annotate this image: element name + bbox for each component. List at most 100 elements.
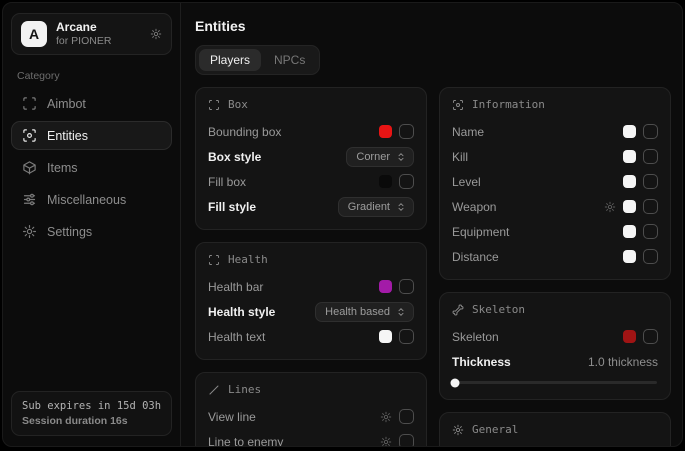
slider-thumb[interactable] [451, 378, 460, 387]
tab-npcs[interactable]: NPCs [263, 49, 316, 71]
subscription-status: Sub expires in 15d 03h Session duration … [11, 391, 172, 436]
setting-label: Box style [208, 150, 261, 164]
gear-icon[interactable] [380, 411, 392, 423]
skeleton-card: Skeleton Skeleton Thickness 1.0 thicknes… [439, 292, 671, 400]
skeleton-checkbox[interactable] [643, 329, 658, 344]
setting-row-line-to-enemy: Line to enemy [208, 430, 414, 447]
setting-row-view-line: View line [208, 405, 414, 428]
setting-row-kill: Kill [452, 145, 658, 168]
color-swatch[interactable] [623, 330, 636, 343]
equipment-checkbox[interactable] [643, 224, 658, 239]
sidebar-item-label: Entities [47, 129, 88, 143]
color-swatch[interactable] [623, 125, 636, 138]
color-swatch[interactable] [623, 250, 636, 263]
setting-label: Fill style [208, 200, 256, 214]
setting-label: Name [452, 125, 484, 139]
category-label: Category [17, 70, 166, 82]
tab-players[interactable]: Players [199, 49, 261, 71]
bounding-box-checkbox[interactable] [399, 124, 414, 139]
color-swatch[interactable] [623, 200, 636, 213]
health-style-select[interactable]: Health based [315, 302, 414, 322]
setting-row-thickness: Thickness 1.0 thickness [452, 350, 658, 373]
setting-label: Distance [452, 250, 499, 264]
health-bar-checkbox[interactable] [399, 279, 414, 294]
box-style-select[interactable]: Corner [346, 147, 414, 167]
distance-checkbox[interactable] [643, 249, 658, 264]
sidebar-item-label: Items [47, 161, 78, 175]
setting-row-equipment: Equipment [452, 220, 658, 243]
gear-icon[interactable] [150, 28, 162, 40]
setting-row-box-style: Box style Corner [208, 145, 414, 168]
setting-row-health-text: Health text [208, 325, 414, 348]
app-logo: A [21, 21, 47, 47]
setting-label: View line [208, 410, 256, 424]
sun-gear-icon [452, 424, 464, 436]
sidebar-item-aimbot[interactable]: Aimbot [11, 89, 172, 118]
lines-card: Lines View line Line to enemy [195, 372, 427, 447]
card-title: Skeleton [472, 303, 525, 316]
setting-label: Level [452, 175, 481, 189]
chevrons-up-down-icon [396, 202, 406, 212]
app-window: A Arcane for PIONER Category Aimbot [2, 2, 683, 447]
color-swatch[interactable] [623, 150, 636, 163]
card-title: Lines [228, 383, 261, 396]
sidebar: A Arcane for PIONER Category Aimbot [3, 3, 181, 446]
health-text-checkbox[interactable] [399, 329, 414, 344]
gear-icon[interactable] [380, 436, 392, 448]
diagonal-line-icon [208, 384, 220, 396]
color-swatch[interactable] [379, 280, 392, 293]
thickness-slider[interactable] [453, 381, 657, 384]
weapon-checkbox[interactable] [643, 199, 658, 214]
color-swatch[interactable] [379, 175, 392, 188]
level-checkbox[interactable] [643, 174, 658, 189]
entities-scan-icon [22, 128, 37, 143]
color-swatch[interactable] [623, 225, 636, 238]
sidebar-item-miscellaneous[interactable]: Miscellaneous [11, 185, 172, 214]
setting-row-level: Level [452, 170, 658, 193]
box-3d-icon [22, 160, 37, 175]
setting-row-visibility-check: Visibility check [452, 445, 658, 447]
app-subtitle: for PIONER [56, 35, 111, 48]
setting-label: Health bar [208, 280, 263, 294]
gear-icon [22, 224, 37, 239]
setting-row-distance: Distance [452, 245, 658, 268]
color-swatch[interactable] [379, 125, 392, 138]
view-line-checkbox[interactable] [399, 409, 414, 424]
gear-icon[interactable] [604, 201, 616, 213]
app-branding: A Arcane for PIONER [11, 13, 172, 55]
setting-row-health-style: Health style Health based [208, 300, 414, 323]
sidebar-item-settings[interactable]: Settings [11, 217, 172, 246]
information-card: Information Name Kill [439, 87, 671, 280]
name-checkbox[interactable] [643, 124, 658, 139]
setting-label: Equipment [452, 225, 509, 239]
box-card: Box Bounding box Box style Corner [195, 87, 427, 230]
brackets-icon [208, 254, 220, 266]
sliders-icon [22, 192, 37, 207]
setting-label: Health text [208, 330, 265, 344]
page-title: Entities [195, 18, 671, 34]
card-title: General [472, 423, 518, 436]
fill-style-select[interactable]: Gradient [338, 197, 414, 217]
sidebar-nav: Aimbot Entities Items Miscellaneous [11, 89, 172, 246]
session-duration-text: Session duration 16s [22, 415, 161, 427]
setting-row-fill-box: Fill box [208, 170, 414, 193]
card-title: Information [472, 98, 545, 111]
setting-row-health-bar: Health bar [208, 275, 414, 298]
color-swatch[interactable] [623, 175, 636, 188]
sub-expiry-text: Sub expires in 15d 03h [22, 400, 161, 412]
fill-box-checkbox[interactable] [399, 174, 414, 189]
setting-row-weapon: Weapon [452, 195, 658, 218]
sidebar-item-entities[interactable]: Entities [11, 121, 172, 150]
line-to-enemy-checkbox[interactable] [399, 434, 414, 447]
sidebar-item-label: Miscellaneous [47, 193, 126, 207]
kill-checkbox[interactable] [643, 149, 658, 164]
setting-row-name: Name [452, 120, 658, 143]
setting-label: Thickness [452, 355, 511, 369]
thickness-value: 1.0 thickness [588, 355, 658, 369]
brackets-icon [208, 99, 220, 111]
color-swatch[interactable] [379, 330, 392, 343]
card-title: Health [228, 253, 268, 266]
app-name: Arcane [56, 20, 111, 35]
sidebar-item-items[interactable]: Items [11, 153, 172, 182]
bone-icon [452, 304, 464, 316]
